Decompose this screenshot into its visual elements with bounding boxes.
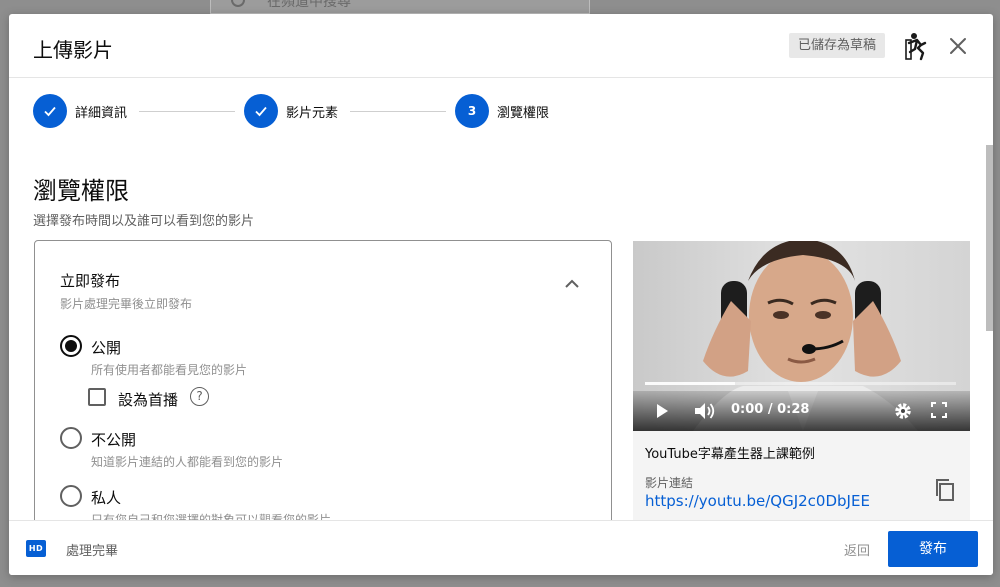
chevron-up-icon[interactable] — [563, 277, 581, 291]
hd-badge-icon: HD — [26, 540, 46, 557]
video-time: 0:00 / 0:28 — [731, 402, 810, 417]
step-visibility[interactable]: 3 瀏覽權限 — [455, 94, 549, 128]
premiere-checkbox[interactable] — [88, 388, 106, 406]
step-number: 3 — [455, 94, 489, 128]
background-search-box: 在頻道中搜尋 — [210, 0, 590, 14]
back-button[interactable]: 返回 — [844, 540, 870, 559]
video-player[interactable]: 0:00 / 0:28 — [633, 241, 970, 431]
play-icon[interactable] — [653, 401, 671, 421]
video-link[interactable]: https://youtu.be/QGJ2c0DbJEE — [645, 492, 870, 510]
video-preview-card: 0:00 / 0:28 YouTube字幕產生器上課範例 影片連結 https:… — [633, 241, 970, 520]
radio-unlisted[interactable] — [60, 427, 82, 449]
dialog-header: 上傳影片 已儲存為草稿 — [9, 14, 993, 78]
step-connector — [350, 111, 446, 112]
close-icon[interactable] — [946, 34, 970, 58]
option-label: 私人 — [91, 489, 122, 507]
scrollbar-thumb[interactable] — [986, 145, 993, 331]
video-link-label: 影片連結 — [645, 476, 694, 490]
option-label: 不公開 — [91, 431, 137, 449]
step-label: 影片元素 — [286, 105, 339, 121]
step-details[interactable]: 詳細資訊 — [33, 94, 127, 128]
volume-icon[interactable] — [693, 401, 717, 421]
premiere-label: 設為首播 — [118, 391, 179, 409]
video-progress-fill — [645, 382, 736, 385]
option-description: 所有使用者都能看見您的影片 — [91, 363, 248, 377]
section-title: 立即發布 — [60, 272, 121, 290]
processing-status: 處理完畢 — [66, 544, 119, 559]
radio-private[interactable] — [60, 485, 82, 507]
video-progress-bar[interactable] — [645, 382, 956, 385]
publish-button[interactable]: 發布 — [888, 531, 978, 567]
fullscreen-icon[interactable] — [930, 401, 948, 419]
page-description: 選擇發布時間以及誰可以看到您的影片 — [33, 214, 255, 229]
dialog-title: 上傳影片 — [33, 38, 113, 62]
upload-dialog: 上傳影片 已儲存為草稿 詳細資訊 影片元素 3 瀏覽權限 瀏覽權限 選擇發布時間… — [9, 14, 993, 575]
feedback-icon[interactable] — [905, 31, 929, 61]
draft-status-badge: 已儲存為草稿 — [789, 33, 886, 58]
publish-now-panel: 立即發布 影片處理完畢後立即發布 公開 所有使用者都能看見您的影片 設為首播 ?… — [34, 240, 612, 520]
step-check-icon — [33, 94, 67, 128]
search-icon — [231, 0, 245, 7]
radio-public[interactable] — [60, 335, 82, 357]
step-label: 詳細資訊 — [75, 105, 128, 121]
background-search-placeholder: 在頻道中搜尋 — [267, 0, 351, 10]
video-title: YouTube字幕產生器上課範例 — [645, 447, 815, 462]
step-elements[interactable]: 影片元素 — [244, 94, 338, 128]
step-connector — [139, 111, 235, 112]
section-subtitle: 影片處理完畢後立即發布 — [60, 297, 193, 311]
settings-gear-icon[interactable] — [893, 401, 913, 421]
upload-stepper: 詳細資訊 影片元素 3 瀏覽權限 — [9, 79, 993, 145]
option-description: 只有您自己和您選擇的對象可以觀看您的影片 — [91, 513, 332, 520]
copy-icon[interactable] — [934, 478, 956, 502]
step-check-icon — [244, 94, 278, 128]
visibility-content: 瀏覽權限 選擇發布時間以及誰可以看到您的影片 立即發布 影片處理完畢後立即發布 … — [9, 145, 984, 520]
option-description: 知道影片連結的人都能看到您的影片 — [91, 455, 284, 469]
page-title: 瀏覽權限 — [33, 177, 129, 205]
content-scrollbar[interactable] — [986, 145, 993, 520]
help-icon[interactable]: ? — [190, 387, 209, 406]
dialog-footer: HD 處理完畢 返回 發布 — [9, 520, 993, 575]
option-label: 公開 — [91, 339, 122, 357]
step-label: 瀏覽權限 — [497, 105, 550, 121]
